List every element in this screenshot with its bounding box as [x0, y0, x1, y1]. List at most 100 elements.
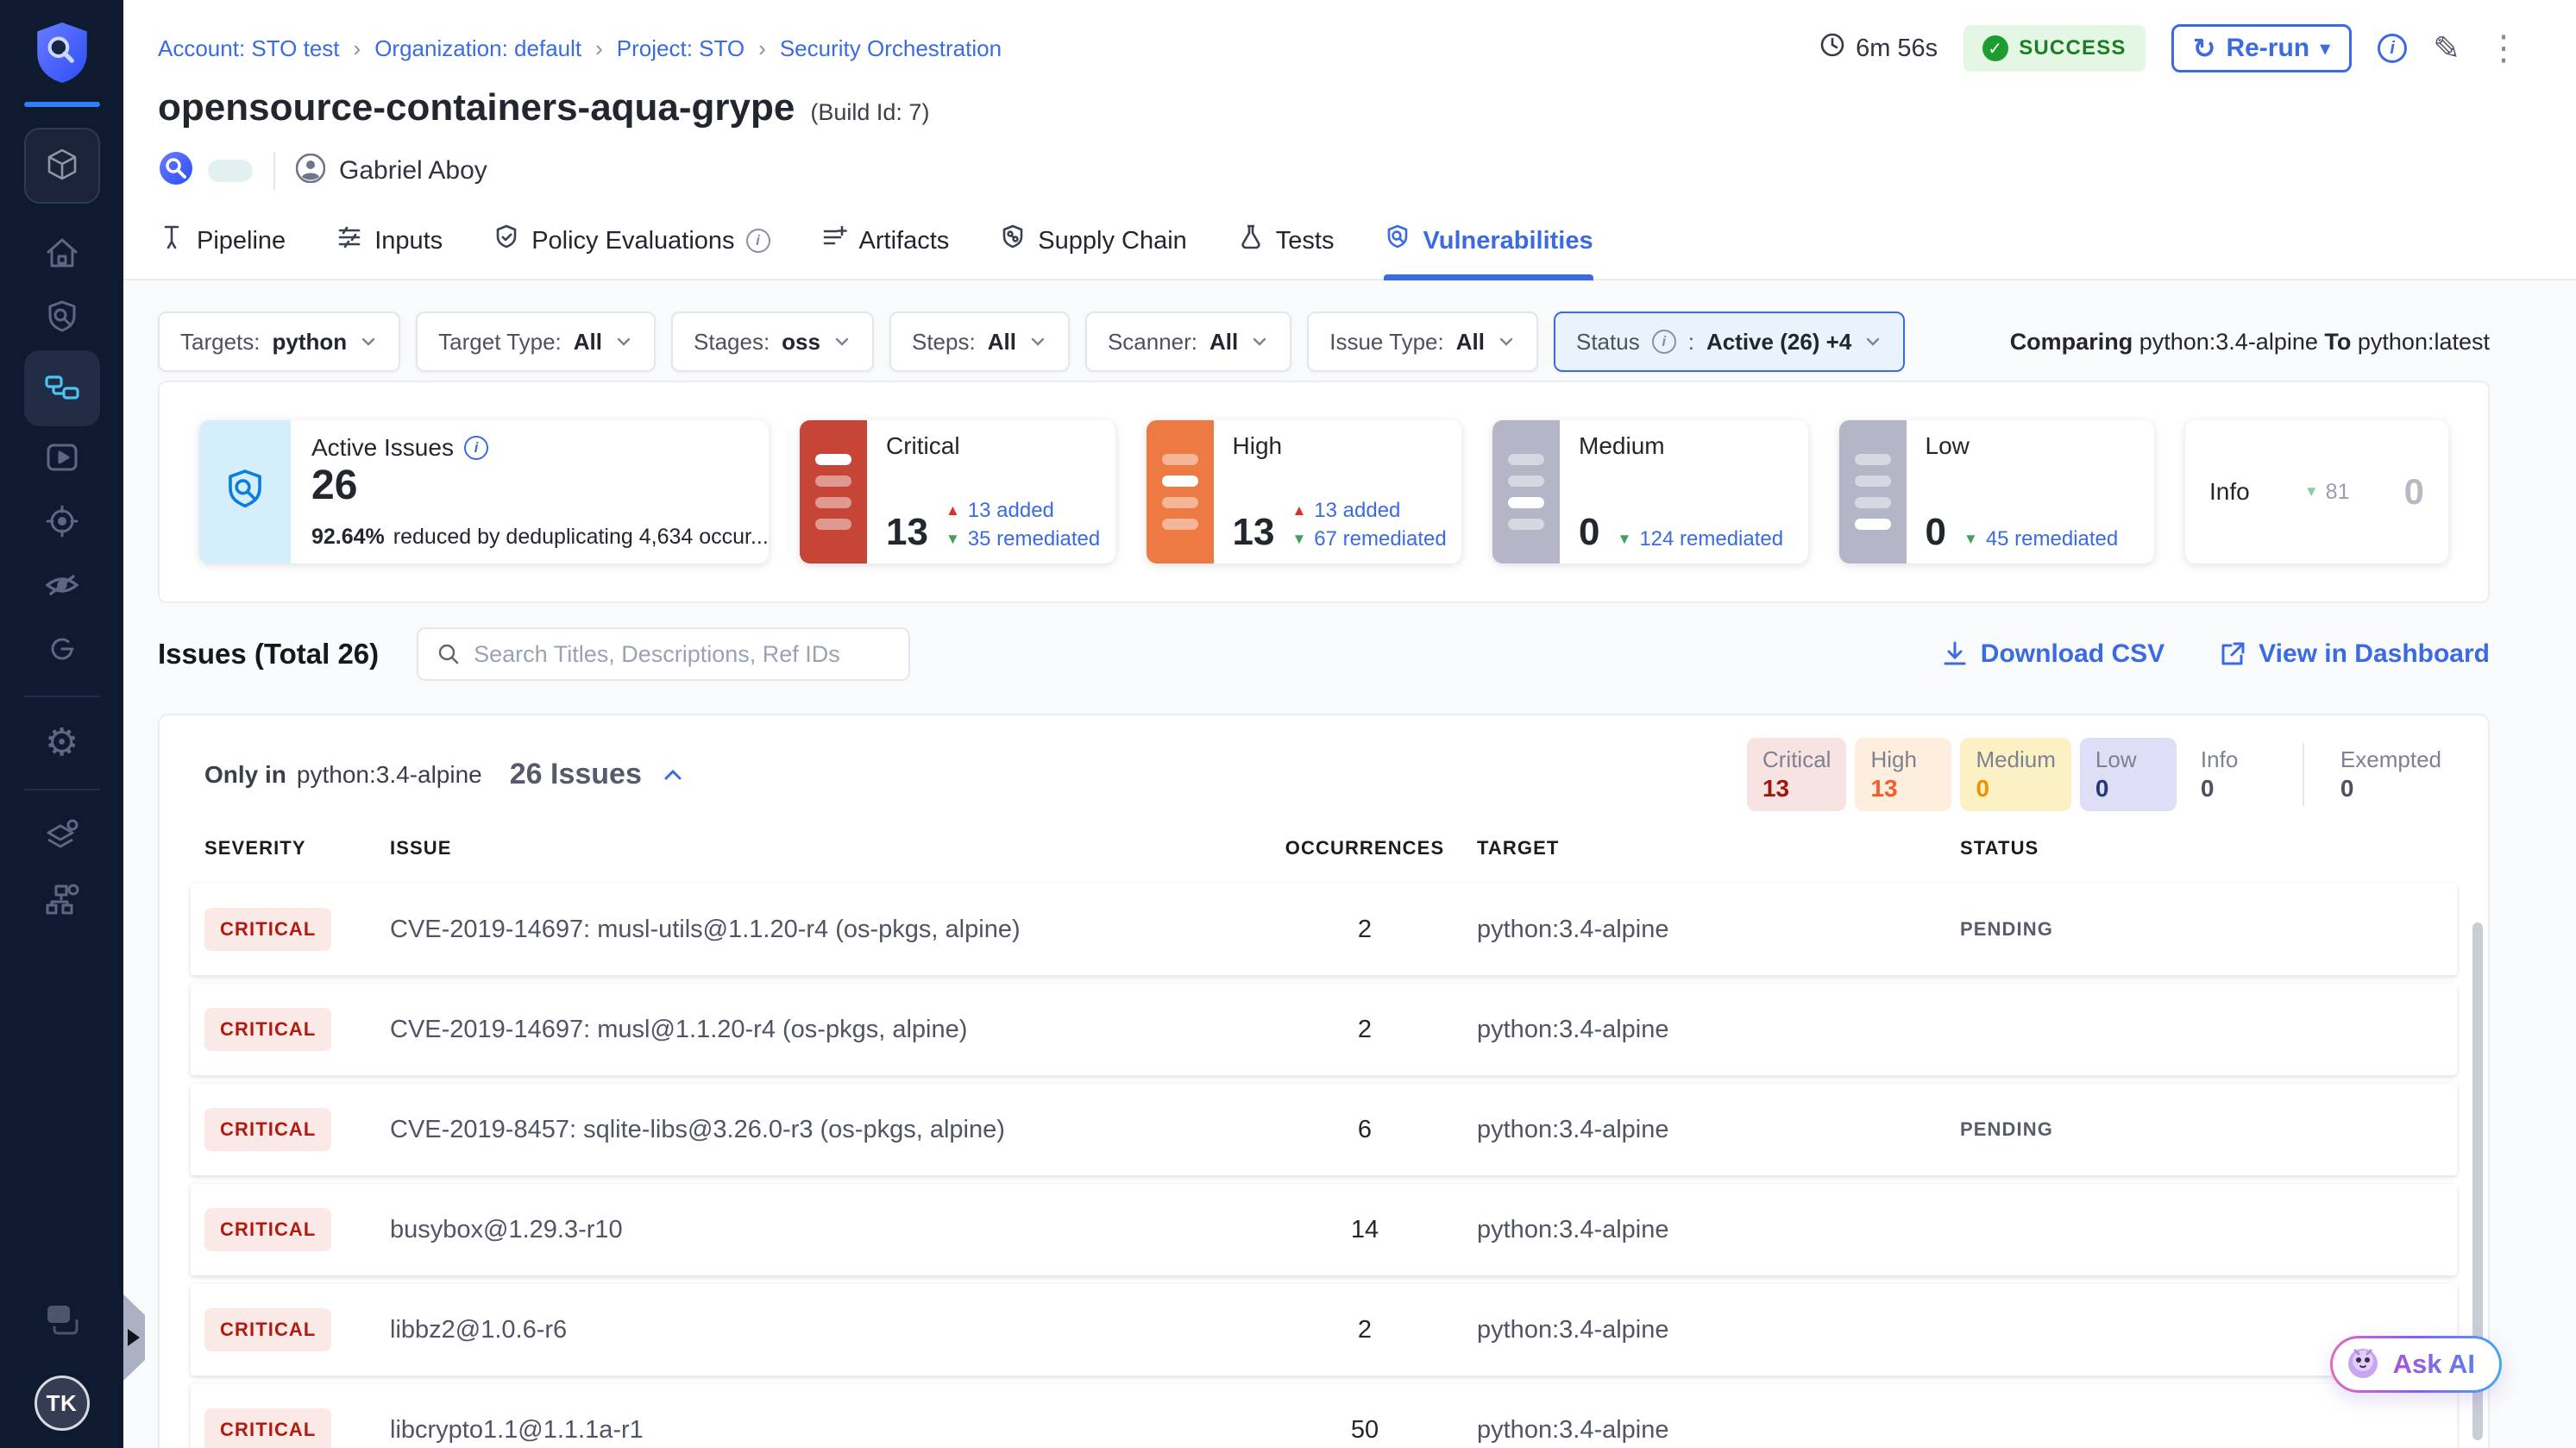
chevron-down-icon — [1863, 332, 1882, 351]
chip-low[interactable]: Low 0 — [2080, 738, 2177, 811]
sidebar-item-exemptions[interactable] — [24, 554, 100, 618]
table-row[interactable]: CRITICAL libcrypto1.1@1.1.1a-r1 50 pytho… — [191, 1384, 2457, 1448]
shield-search-icon — [221, 466, 269, 519]
download-csv-link[interactable]: Download CSV — [1942, 639, 2164, 669]
chip-exempted[interactable]: Exempted 0 — [2325, 738, 2457, 811]
filter-target-type[interactable]: Target Type:All — [416, 312, 656, 372]
severity-badge: CRITICAL — [204, 908, 331, 951]
stage-toggle[interactable] — [208, 160, 253, 182]
sidebar-item-targets[interactable] — [24, 490, 100, 554]
refresh-icon: ↻ — [2193, 35, 2216, 62]
rerun-label: Re-run — [2226, 34, 2309, 63]
medium-card[interactable]: Medium 0 ▼124 remediated — [1492, 420, 1808, 563]
sidebar-item-settings[interactable]: ⚙ — [24, 711, 100, 775]
sto-module-icon — [158, 150, 194, 191]
module-selector-button[interactable] — [24, 128, 100, 204]
info-icon[interactable]: i — [746, 229, 770, 253]
critical-card[interactable]: Critical 13 ▲13 added ▼35 remediated — [800, 420, 1115, 563]
sidebar-item-default-settings[interactable] — [24, 804, 100, 868]
chevron-down-icon — [1028, 332, 1047, 351]
high-card[interactable]: High 13 ▲13 added ▼67 remediated — [1147, 420, 1462, 563]
chips-divider — [2303, 743, 2304, 806]
breadcrumb-module[interactable]: Security Orchestration — [780, 35, 1002, 62]
table-header: SEVERITY ISSUE OCCURRENCES TARGET STATUS — [191, 837, 2457, 859]
summary-cards: Active Issues i 26 92.64% reduced by ded… — [158, 381, 2490, 603]
info-icon: i — [1652, 330, 1676, 354]
ask-ai-button[interactable]: Ask AI — [2330, 1336, 2502, 1393]
help-chat-button[interactable]: ? — [41, 1300, 84, 1343]
edit-pencil-icon[interactable]: ✎ — [2433, 29, 2460, 68]
low-card[interactable]: Low 0 ▼45 remediated — [1839, 420, 2155, 563]
shield-nodes-icon — [999, 223, 1027, 258]
table-row[interactable]: CRITICAL CVE-2019-8457: sqlite-libs@3.26… — [191, 1084, 2457, 1175]
remediated-triangle-icon: ▼ — [946, 531, 960, 548]
filter-targets[interactable]: Targets:python — [158, 312, 400, 372]
status-pending: PENDING — [1960, 918, 2443, 941]
info-card[interactable]: Info ▼ 81 0 — [2185, 420, 2448, 563]
sidebar-item-getting-started[interactable] — [24, 618, 100, 682]
sidebar-nav: ⚙ — [24, 223, 100, 932]
filter-stages[interactable]: Stages:oss — [671, 312, 874, 372]
download-icon — [1942, 640, 1968, 668]
shield-search-icon — [42, 298, 82, 340]
chevron-down-icon: ▾ — [2320, 36, 2330, 61]
chip-high[interactable]: High 13 — [1855, 738, 1951, 811]
more-menu-icon[interactable]: ⋮ — [2486, 28, 2521, 68]
remediated-triangle-icon: ▼ — [1617, 531, 1631, 548]
rerun-button[interactable]: ↻ Re-run ▾ — [2171, 24, 2353, 72]
filter-issue-type[interactable]: Issue Type:All — [1307, 312, 1538, 372]
tab-tests[interactable]: Tests — [1237, 223, 1335, 279]
sidebar-item-executions[interactable] — [24, 426, 100, 490]
byline-divider — [273, 152, 275, 190]
search-input[interactable] — [474, 641, 891, 668]
shield-search-icon — [1384, 223, 1411, 258]
active-issues-icon-panel — [199, 420, 291, 563]
sidebar-item-sto-overview[interactable] — [24, 286, 100, 350]
sliders-icon — [336, 223, 363, 258]
filter-scanner[interactable]: Scanner:All — [1085, 312, 1291, 372]
issues-search[interactable] — [417, 627, 910, 681]
dedup-text: reduced by deduplicating 4,634 occur... — [393, 525, 769, 550]
remediated-triangle-icon: ▼ — [1291, 531, 1306, 548]
tab-vulnerabilities[interactable]: Vulnerabilities — [1384, 223, 1593, 279]
severity-badge: CRITICAL — [204, 1008, 331, 1051]
active-issues-card[interactable]: Active Issues i 26 92.64% reduced by ded… — [199, 420, 769, 563]
harness-sto-logo-icon[interactable] — [34, 21, 91, 85]
chevron-up-icon[interactable] — [661, 763, 685, 787]
sidebar-item-org-settings[interactable] — [24, 868, 100, 932]
severity-bars-icon — [1839, 420, 1907, 563]
table-row[interactable]: CRITICAL CVE-2019-14697: musl@1.1.20-r4 … — [191, 984, 2457, 1075]
view-in-dashboard-link[interactable]: View in Dashboard — [2220, 639, 2490, 669]
issues-card: Only in python:3.4-alpine 26 Issues Crit… — [158, 714, 2490, 1448]
table-row[interactable]: CRITICAL libbz2@1.0.6-r6 2 python:3.4-al… — [191, 1284, 2457, 1376]
search-icon — [436, 641, 462, 667]
home-icon — [42, 234, 82, 276]
sidebar-item-pipelines[interactable] — [24, 350, 100, 426]
tab-inputs[interactable]: Inputs — [336, 223, 443, 279]
chip-info[interactable]: Info 0 — [2185, 738, 2282, 811]
remediated-triangle-icon: ▼ — [1963, 531, 1978, 548]
tab-artifacts[interactable]: Artifacts — [820, 223, 950, 279]
severity-badge: CRITICAL — [204, 1108, 331, 1151]
chip-critical[interactable]: Critical 13 — [1747, 738, 1846, 811]
table-row[interactable]: CRITICAL CVE-2019-14697: musl-utils@1.1.… — [191, 884, 2457, 975]
user-avatar[interactable]: TK — [35, 1376, 90, 1431]
issues-heading: Issues (Total 26) — [158, 638, 379, 670]
chip-medium[interactable]: Medium 0 — [1960, 738, 2070, 811]
filter-steps[interactable]: Steps:All — [889, 312, 1070, 372]
author-name: Gabriel Aboy — [339, 156, 487, 186]
breadcrumb-org[interactable]: Organization: default — [374, 35, 581, 62]
sidebar-item-home[interactable] — [24, 223, 100, 286]
tab-supply-chain[interactable]: Supply Chain — [999, 223, 1187, 279]
network-gear-icon — [42, 879, 82, 922]
main-area: Account: STO test › Organization: defaul… — [123, 0, 2576, 1448]
info-icon[interactable]: i — [464, 436, 488, 460]
info-icon[interactable]: i — [2378, 34, 2407, 63]
filter-status[interactable]: Status i : Active (26) +4 — [1554, 312, 1905, 372]
breadcrumb-project[interactable]: Project: STO — [617, 35, 745, 62]
breadcrumb-account[interactable]: Account: STO test — [158, 35, 340, 62]
app-root: ⚙ — [0, 0, 2576, 1448]
table-row[interactable]: CRITICAL busybox@1.29.3-r10 14 python:3.… — [191, 1184, 2457, 1275]
tab-pipeline[interactable]: Pipeline — [158, 223, 286, 279]
tab-policy-evaluations[interactable]: Policy Evaluations i — [493, 223, 770, 279]
